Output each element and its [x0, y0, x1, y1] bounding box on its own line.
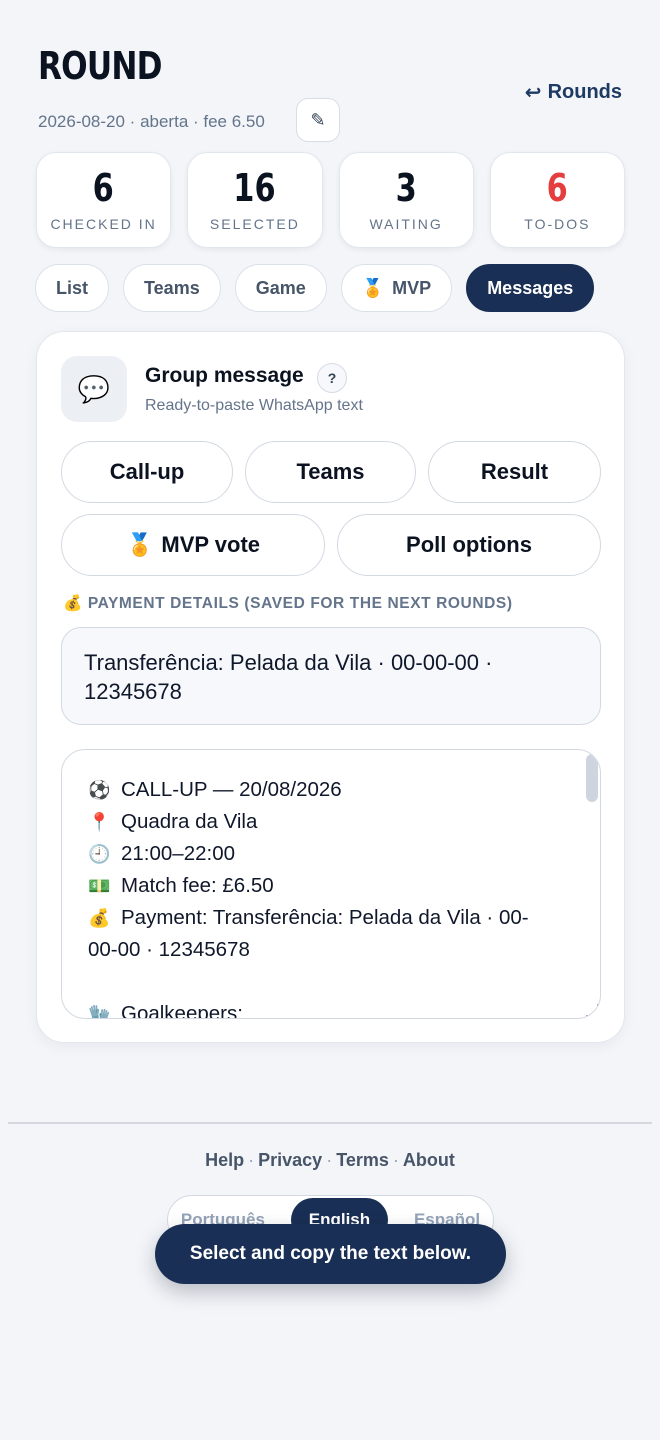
pencil-icon: ✎	[310, 109, 326, 130]
stat-label: WAITING	[369, 216, 443, 232]
speech-bubble-icon: 💬	[61, 356, 127, 422]
tab-mvp[interactable]: 🏅 MVP	[340, 264, 453, 312]
gloves-icon: 🧤	[88, 1004, 111, 1019]
edit-round-button[interactable]: ✎	[296, 98, 340, 142]
stat-value: 6	[546, 166, 568, 210]
location-pin-icon: 📍	[88, 812, 111, 832]
round-meta: 2026-08-20 · aberta · fee 6.50	[38, 112, 265, 131]
stat-value: 16	[233, 166, 277, 210]
about-link[interactable]: About	[403, 1150, 455, 1170]
stat-label: SELECTED	[209, 216, 300, 232]
separator: ·	[326, 1150, 333, 1170]
footer-links: Help · Privacy · Terms · About	[0, 1150, 660, 1171]
return-arrow-icon: ↩	[524, 82, 542, 104]
call-up-button[interactable]: Call-up	[61, 441, 233, 503]
tab-game[interactable]: Game	[234, 264, 327, 312]
banknote-icon: 💵	[88, 876, 111, 896]
resize-handle-icon[interactable]	[586, 1004, 598, 1016]
money-bag-icon: 💰	[88, 908, 111, 928]
medal-icon: 🏅	[361, 277, 385, 298]
mvp-vote-label: MVP vote	[161, 532, 261, 557]
mvp-vote-button[interactable]: 🏅 MVP vote	[61, 514, 325, 576]
help-link[interactable]: Help	[205, 1150, 244, 1170]
message-line: 💵 Match fee: £6.50	[88, 870, 558, 902]
stat-todos[interactable]: 6 TO-DOS	[489, 152, 625, 248]
group-message-subtitle: Ready-to-paste WhatsApp text	[145, 397, 363, 414]
money-bag-icon: 💰	[63, 595, 83, 612]
tab-teams[interactable]: Teams	[123, 264, 221, 312]
group-message-title: Group message	[145, 364, 304, 387]
back-link-label: Rounds	[547, 81, 622, 103]
tab-list[interactable]: List	[35, 264, 110, 312]
message-line: 🕘 21:00–22:00	[88, 838, 558, 870]
tab-messages[interactable]: Messages	[466, 264, 595, 312]
stats-row: 6 CHECKED IN 16 SELECTED 3 WAITING 6 TO-…	[36, 152, 625, 248]
stat-value: 3	[395, 166, 417, 210]
payment-details-label: 💰 PAYMENT DETAILS (SAVED FOR THE NEXT RO…	[63, 594, 513, 613]
stat-waiting: 3 WAITING	[338, 152, 474, 248]
poll-options-button[interactable]: Poll options	[337, 514, 601, 576]
scrollbar[interactable]	[586, 754, 598, 802]
medal-icon: 🏅	[125, 532, 154, 557]
tab-mvp-label: MVP	[392, 277, 432, 298]
stat-selected: 16 SELECTED	[187, 152, 323, 248]
stat-label: CHECKED IN	[50, 216, 157, 232]
stat-checked-in: 6 CHECKED IN	[36, 152, 172, 248]
back-to-rounds-link[interactable]: ↩ Rounds	[525, 80, 622, 105]
help-icon[interactable]: ?	[317, 363, 347, 393]
teams-message-button[interactable]: Teams	[245, 441, 416, 503]
round-tabs: List Teams Game 🏅 MVP Messages	[35, 264, 595, 312]
stat-label: TO-DOS	[524, 216, 591, 232]
message-line: 📍 Quadra da Vila	[88, 806, 558, 838]
message-line: ⚽ CALL-UP — 20/08/2026	[88, 774, 558, 806]
group-message-card: 💬 Group message ? Ready-to-paste WhatsAp…	[36, 331, 625, 1043]
message-line: 🧤 Goalkeepers:	[88, 998, 558, 1019]
separator: ·	[392, 1150, 399, 1170]
page-title: ROUND	[38, 44, 162, 88]
message-text: ⚽ CALL-UP — 20/08/2026 📍 Quadra da Vila 🕘 2…	[88, 774, 558, 1019]
message-textarea[interactable]: ⚽ CALL-UP — 20/08/2026 📍 Quadra da Vila 🕘 2…	[61, 749, 601, 1019]
separator: ·	[248, 1150, 255, 1170]
terms-link[interactable]: Terms	[336, 1150, 389, 1170]
clock-icon: 🕘	[88, 844, 111, 864]
copy-toast: Select and copy the text below.	[155, 1224, 506, 1284]
payment-details-input[interactable]: Transferência: Pelada da Vila · 00-00-00…	[61, 627, 601, 725]
message-line: 💰 Payment: Transferência: Pelada da Vila …	[88, 902, 558, 966]
soccer-ball-icon: ⚽	[88, 780, 111, 800]
footer-divider	[8, 1122, 652, 1124]
stat-value: 6	[93, 166, 115, 210]
payment-details-label-text: PAYMENT DETAILS (SAVED FOR THE NEXT ROUN…	[87, 595, 513, 612]
privacy-link[interactable]: Privacy	[258, 1150, 322, 1170]
result-button[interactable]: Result	[428, 441, 601, 503]
